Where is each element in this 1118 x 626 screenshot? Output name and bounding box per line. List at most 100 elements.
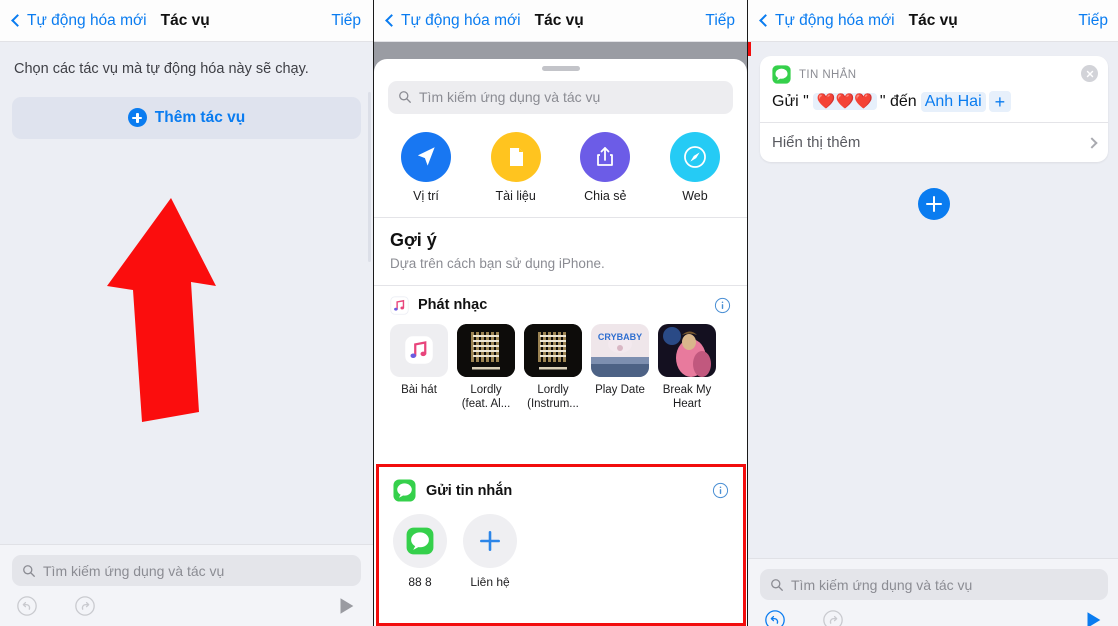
search-input-3[interactable]: Tìm kiếm ứng dụng và tác vụ xyxy=(760,569,1108,600)
chevron-right-icon xyxy=(1086,136,1098,149)
bottom-bar-3: Tìm kiếm ứng dụng và tác vụ xyxy=(748,558,1118,626)
chevron-left-icon xyxy=(11,14,24,27)
album-lordly-instr xyxy=(524,323,582,377)
music-tile[interactable]: Bài hát xyxy=(390,323,448,412)
redo-icon[interactable] xyxy=(74,595,96,617)
search-input-1[interactable]: Tìm kiếm ứng dụng và tác vụ xyxy=(12,555,361,586)
music-tile-caption: Play Date xyxy=(595,383,645,396)
music-group-name: Phát nhạc xyxy=(418,297,488,313)
quick-action-label: Tài liệu xyxy=(495,188,536,203)
search-input-2[interactable]: Tìm kiếm ứng dụng và tác vụ xyxy=(388,80,733,114)
send-message-group-highlighted: Gửi tin nhắn 88 8 Liên hệ xyxy=(376,464,746,626)
music-tile-caption: Bài hát xyxy=(401,383,437,396)
search-placeholder-1: Tìm kiếm ứng dụng và tác vụ xyxy=(43,562,225,579)
sentence-prefix: Gửi " xyxy=(772,92,809,110)
back-button-label: Tự động hóa mới xyxy=(401,11,521,29)
add-action-label: Thêm tác vụ xyxy=(154,108,246,126)
panel-step-3: Tự động hóa mới Tác vụ Tiếp TIN NHẮN Gửi… xyxy=(748,0,1118,626)
next-button-3[interactable]: Tiếp xyxy=(1078,12,1108,30)
plus-icon xyxy=(480,531,500,551)
navigation-bar-2: Tự động hóa mới Tác vụ Tiếp xyxy=(374,0,747,42)
close-icon[interactable] xyxy=(1081,65,1098,82)
quick-action-location[interactable]: Vị trí xyxy=(390,131,462,203)
redo-icon[interactable] xyxy=(822,609,844,626)
add-recipient-button[interactable]: + xyxy=(988,91,1012,112)
message-tile-add-contact[interactable]: Liên hệ xyxy=(463,514,517,589)
chevron-left-icon xyxy=(385,14,398,27)
scroll-indicator-1[interactable] xyxy=(368,92,371,262)
next-button-1[interactable]: Tiếp xyxy=(331,12,361,30)
page-title-1: Tác vụ xyxy=(160,11,210,29)
message-group-name: Gửi tin nhắn xyxy=(426,482,513,499)
safari-compass-icon xyxy=(684,145,706,168)
card-kicker-label: TIN NHẮN xyxy=(799,68,857,81)
navigation-bar-3: Tự động hóa mới Tác vụ Tiếp xyxy=(748,0,1118,42)
bottom-bar-1: Tìm kiếm ứng dụng và tác vụ xyxy=(0,544,373,626)
panel-2-body: Tìm kiếm ứng dụng và tác vụ Vị trí Tài l… xyxy=(374,42,747,626)
info-icon[interactable] xyxy=(714,297,731,314)
message-tile[interactable]: 88 8 xyxy=(393,514,447,589)
quick-action-document[interactable]: Tài liệu xyxy=(480,131,552,203)
music-tile[interactable]: CRYBABY Play Date xyxy=(591,323,649,412)
undo-icon[interactable] xyxy=(16,595,38,617)
quick-action-web[interactable]: Web xyxy=(659,131,731,203)
next-button-2[interactable]: Tiếp xyxy=(705,12,735,30)
quick-actions-row: Vị trí Tài liệu Chia sẻ Web xyxy=(390,131,731,203)
search-icon xyxy=(771,578,783,591)
chevron-left-icon xyxy=(759,14,772,27)
music-tile-caption: Break My Heart xyxy=(662,383,712,410)
play-icon[interactable] xyxy=(335,595,357,617)
suggestions-subtitle: Dựa trên cách bạn sử dụng iPhone. xyxy=(390,255,605,271)
info-icon[interactable] xyxy=(712,482,729,499)
message-tile-icon-wrap xyxy=(463,514,517,568)
add-action-button[interactable]: Thêm tác vụ xyxy=(12,96,361,139)
plus-circle-icon xyxy=(127,108,147,128)
message-tile-caption: 88 8 xyxy=(408,575,432,589)
album-crybaby: CRYBABY xyxy=(591,323,649,377)
quick-action-share[interactable]: Chia sẻ xyxy=(569,131,641,203)
music-note-icon xyxy=(390,295,409,315)
document-icon xyxy=(509,147,523,166)
music-tile-caption: Lordly (Instrum... xyxy=(527,383,579,410)
show-more-label: Hiển thị thêm xyxy=(772,134,861,151)
svg-text:CRYBABY: CRYBABY xyxy=(598,332,642,342)
red-up-arrow-annotation xyxy=(107,198,216,422)
three-panel-screenshot: Tự động hóa mới Tác vụ Tiếp Chọn các tác… xyxy=(0,0,1118,626)
quick-action-label: Vị trí xyxy=(413,188,439,203)
music-tile[interactable]: Lordly (Instrum... xyxy=(524,323,582,412)
page-title-2: Tác vụ xyxy=(534,11,584,29)
album-break-my-heart xyxy=(658,323,716,377)
music-tile-caption: Lordly (feat. Al... xyxy=(461,383,511,410)
music-group-header: Phát nhạc xyxy=(374,286,747,315)
message-action-card: TIN NHẮN Gửi " ❤️❤️❤️ " đến Anh Hai + Hi… xyxy=(760,56,1108,162)
back-button-1[interactable]: Tự động hóa mới xyxy=(11,12,147,30)
music-tile[interactable]: Lordly (feat. Al... xyxy=(457,323,515,412)
messages-icon xyxy=(406,527,434,555)
panel-1-body: Chọn các tác vụ mà tự động hóa này sẽ ch… xyxy=(0,42,373,626)
search-icon xyxy=(23,564,35,577)
card-kicker: TIN NHẮN xyxy=(772,65,1096,84)
action-picker-sheet: Tìm kiếm ứng dụng và tác vụ Vị trí Tài l… xyxy=(374,59,747,626)
music-tile[interactable]: Break My Heart xyxy=(658,323,716,412)
search-placeholder-3: Tìm kiếm ứng dụng và tác vụ xyxy=(791,576,973,593)
add-action-fab[interactable] xyxy=(918,188,950,220)
sentence-mid: " đến xyxy=(879,92,917,110)
message-body-token[interactable]: ❤️❤️❤️ xyxy=(812,93,877,110)
search-placeholder-2: Tìm kiếm ứng dụng và tác vụ xyxy=(419,89,601,105)
message-tile-icon-wrap xyxy=(393,514,447,568)
undo-icon[interactable] xyxy=(764,609,786,626)
message-tiles-row: 88 8 Liên hệ xyxy=(393,514,729,589)
show-more-row[interactable]: Hiển thị thêm xyxy=(760,123,1108,162)
sheet-grabber[interactable] xyxy=(541,66,580,71)
search-icon xyxy=(399,91,411,103)
back-button-2[interactable]: Tự động hóa mới xyxy=(385,11,521,30)
editor-toolbar-3 xyxy=(748,600,1118,626)
recipient-token[interactable]: Anh Hai xyxy=(920,91,986,112)
back-button-3[interactable]: Tự động hóa mới xyxy=(759,12,895,30)
play-icon[interactable] xyxy=(1082,609,1104,626)
panel-1-description: Chọn các tác vụ mà tự động hóa này sẽ ch… xyxy=(14,61,309,77)
panel-step-1: Tự động hóa mới Tác vụ Tiếp Chọn các tác… xyxy=(0,0,373,626)
panel-3-body: TIN NHẮN Gửi " ❤️❤️❤️ " đến Anh Hai + Hi… xyxy=(748,56,1118,626)
album-lordly xyxy=(457,323,515,377)
page-title-3: Tác vụ xyxy=(908,11,958,29)
